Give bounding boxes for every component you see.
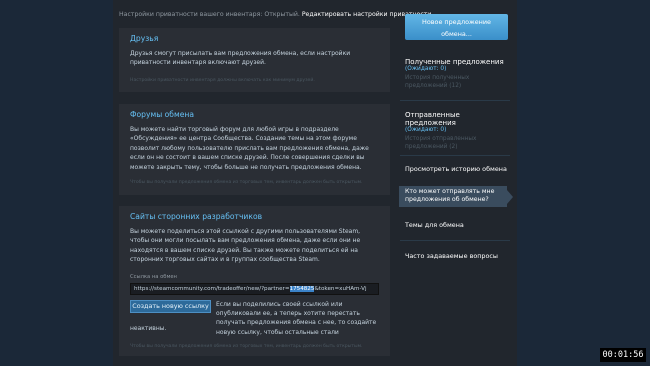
sidebar-divider [400, 240, 510, 241]
new-offer-line1: Новое предложение [422, 18, 491, 26]
create-new-link-button[interactable]: Создать новую ссылку [130, 299, 211, 313]
privacy-status: Настройки приватности вашего инвентаря: … [119, 11, 431, 18]
sidebar-divider [400, 155, 510, 156]
privacy-text: Настройки приватности вашего инвентаря: … [119, 11, 300, 18]
sent-offers[interactable]: Отправленные предложения (Ожидают: 0) Ис… [405, 111, 507, 151]
trade-url-label: Ссылка на обмен [130, 273, 177, 280]
faq-link[interactable]: Часто задаваемые вопросы [405, 252, 498, 260]
new-link-text: Если вы поделились своей ссылкой или опу… [216, 300, 377, 336]
sidebar-divider [400, 100, 510, 101]
received-title[interactable]: Полученные предложения [405, 58, 507, 66]
new-link-row: Создать новую ссылку Если вы поделились … [130, 299, 380, 340]
forums-note: Чтобы вы получали предложения обмена из … [130, 180, 363, 185]
trade-url-field[interactable]: https://steamcommunity.com/tradeoffer/ne… [130, 282, 379, 295]
new-trade-offer-button[interactable]: Новое предложение обмена... [405, 14, 508, 40]
received-pending: (Ожидают: 0) [405, 66, 447, 72]
who-can-send-line1: Кто может отправлять мне [405, 188, 495, 195]
sent-pending: (Ожидают: 0) [405, 127, 447, 133]
friends-note: Настройки приватности инвентаря должны в… [130, 78, 315, 83]
sent-title[interactable]: Отправленные предложения [405, 111, 507, 127]
new-offer-line2: обмена... [441, 30, 472, 38]
trade-url-highlight: 1754825 [289, 285, 315, 292]
new-link-tail: неактивны. [130, 324, 167, 332]
sent-history-link[interactable]: История отправленных предложений (2) [405, 136, 507, 151]
received-history-link[interactable]: История полученных предложений (12) [405, 75, 507, 90]
received-offers[interactable]: Полученные предложения (Ожидают: 0) Исто… [405, 58, 507, 90]
third-party-title: Сайты сторонних разработчиков [130, 212, 263, 221]
forums-section: Форумы обмена Вы можете найти торговый ф… [119, 104, 390, 195]
trade-url-prefix: https://steamcommunity.com/tradeoffer/ne… [134, 285, 290, 292]
friends-title: Друзья [130, 34, 159, 43]
video-timer: 00:01:56 [600, 348, 646, 362]
forums-title: Форумы обмена [130, 110, 194, 119]
trade-topics-link[interactable]: Темы для обмена [405, 221, 464, 229]
trade-url-suffix: &token=xuHAm-Vj [314, 285, 367, 292]
who-can-send-offers-link[interactable]: Кто может отправлять мне предложения об … [399, 186, 513, 207]
who-can-send-line2: предложения об обмене? [405, 196, 489, 203]
sidebar [400, 0, 510, 366]
forums-text: Вы можете найти торговый форум для любой… [130, 126, 369, 171]
third-party-note: Чтобы вы получали предложения обмена из … [130, 344, 363, 349]
friends-section: Друзья Друзья смогут присылать вам предл… [119, 28, 390, 92]
view-trade-history-link[interactable]: Просмотреть историю обмена [405, 165, 507, 173]
third-party-section: Сайты сторонних разработчиков Вы можете … [119, 206, 390, 356]
friends-text: Друзья смогут присылать вам предложения … [130, 50, 351, 67]
third-party-text: Вы можете поделиться этой ссылкой с друг… [130, 228, 361, 264]
